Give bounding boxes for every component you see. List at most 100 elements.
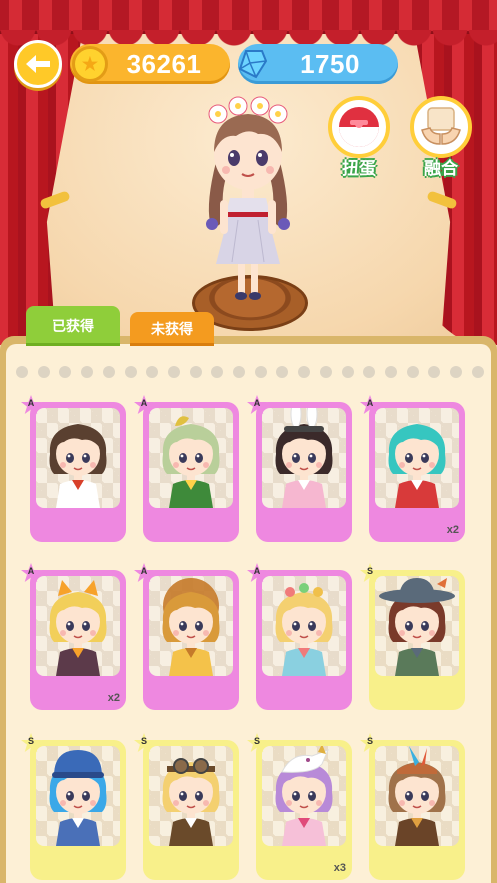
divider-dot	[428, 366, 441, 378]
card-portrait-frame	[36, 576, 120, 676]
gem-value: 1750	[300, 48, 360, 79]
rank-star-icon: S	[246, 732, 268, 754]
rank-star-icon: A	[133, 394, 155, 416]
coin-value: 36261	[126, 48, 202, 79]
character-card[interactable]: A	[134, 563, 239, 710]
divider-dot	[102, 366, 115, 378]
character-portrait	[162, 578, 220, 676]
rank-label: A	[253, 566, 261, 576]
rank-star-icon: S	[20, 732, 42, 754]
gacha-label: 扭蛋	[342, 159, 376, 179]
duplicate-count: x3	[333, 862, 346, 874]
character-portrait	[379, 578, 455, 676]
divider-dot	[189, 366, 202, 378]
divider-dot	[233, 366, 246, 378]
rank-label: A	[27, 566, 35, 576]
character-portrait	[388, 424, 446, 508]
fuse-label: 融合	[424, 159, 458, 179]
character-card[interactable]: A	[21, 395, 126, 542]
card-portrait-frame	[149, 576, 233, 676]
character-card[interactable]: A	[247, 563, 352, 710]
fuse-hands-icon	[421, 107, 461, 145]
divider-dot	[384, 366, 397, 378]
rank-star-icon: A	[20, 562, 42, 584]
curtain-valance	[0, 0, 497, 34]
coin-icon: ★	[72, 46, 108, 82]
rank-star-icon: S	[359, 732, 381, 754]
gacha-capsule-icon	[339, 107, 379, 147]
rank-star-icon: A	[20, 394, 42, 416]
dot-divider	[16, 366, 484, 378]
divider-dot	[406, 366, 419, 378]
divider-dot	[37, 366, 50, 378]
divider-dot	[254, 366, 267, 378]
valance-scallop	[0, 30, 497, 46]
character-portrait	[162, 416, 220, 508]
rank-label: S	[253, 736, 260, 746]
card-portrait-frame	[262, 746, 346, 846]
featured-character	[206, 96, 290, 300]
character-card[interactable]: S	[360, 733, 465, 880]
character-portrait	[275, 583, 333, 676]
character-portrait	[49, 750, 107, 846]
card-portrait-frame	[262, 408, 346, 508]
character-portrait	[162, 758, 220, 846]
divider-dot	[146, 366, 159, 378]
gem-icon	[234, 45, 272, 83]
gacha-button[interactable]: 扭蛋	[326, 96, 392, 179]
card-portrait-frame	[36, 408, 120, 508]
rank-label: A	[140, 566, 148, 576]
divider-dot	[81, 366, 94, 378]
divider-dot	[363, 366, 376, 378]
duplicate-count: x2	[446, 524, 459, 536]
divider-dot	[211, 366, 224, 378]
rank-label: S	[366, 566, 373, 576]
card-portrait-frame	[149, 746, 233, 846]
character-card[interactable]: A	[134, 395, 239, 542]
card-portrait-frame	[375, 576, 459, 676]
rank-star-icon: A	[359, 394, 381, 416]
character-portrait	[388, 746, 446, 846]
divider-dot	[319, 366, 332, 378]
card-portrait-frame	[149, 408, 233, 508]
card-portrait-frame	[36, 746, 120, 846]
rank-star-icon: A	[246, 562, 268, 584]
character-card[interactable]: Sx3	[247, 733, 352, 880]
tab-not-obtained[interactable]: 未获得	[130, 312, 214, 346]
character-portrait	[49, 424, 107, 508]
divider-dot	[124, 366, 137, 378]
card-portrait-frame	[375, 408, 459, 508]
rank-label: S	[366, 736, 373, 746]
arrow-left-icon	[26, 55, 50, 73]
rank-label: S	[140, 736, 147, 746]
character-card[interactable]: S	[360, 563, 465, 710]
right-curtain	[414, 30, 497, 345]
divider-dot	[59, 366, 72, 378]
divider-dot	[276, 366, 289, 378]
rank-label: A	[253, 398, 261, 408]
fuse-button[interactable]: 融合	[408, 96, 474, 179]
character-card[interactable]: Ax2	[21, 563, 126, 710]
divider-dot	[471, 366, 484, 378]
duplicate-count: x2	[107, 692, 120, 704]
character-portrait	[275, 746, 333, 846]
character-card[interactable]: Ax2	[360, 395, 465, 542]
rank-star-icon: A	[246, 394, 268, 416]
rank-label: A	[27, 398, 35, 408]
rank-label: A	[140, 398, 148, 408]
card-portrait-frame	[375, 746, 459, 846]
tab-obtained[interactable]: 已获得	[26, 306, 120, 346]
character-card[interactable]: S	[134, 733, 239, 880]
divider-dot	[16, 366, 28, 378]
character-card[interactable]: S	[21, 733, 126, 880]
character-card[interactable]: A	[247, 395, 352, 542]
rank-star-icon: S	[133, 732, 155, 754]
back-button[interactable]	[14, 40, 62, 88]
divider-dot	[341, 366, 354, 378]
card-portrait-frame	[262, 576, 346, 676]
rank-label: A	[366, 398, 374, 408]
character-portrait	[49, 580, 107, 676]
coin-counter: ★ 36261	[70, 44, 230, 84]
divider-dot	[298, 366, 311, 378]
gem-counter: 1750	[238, 44, 398, 84]
